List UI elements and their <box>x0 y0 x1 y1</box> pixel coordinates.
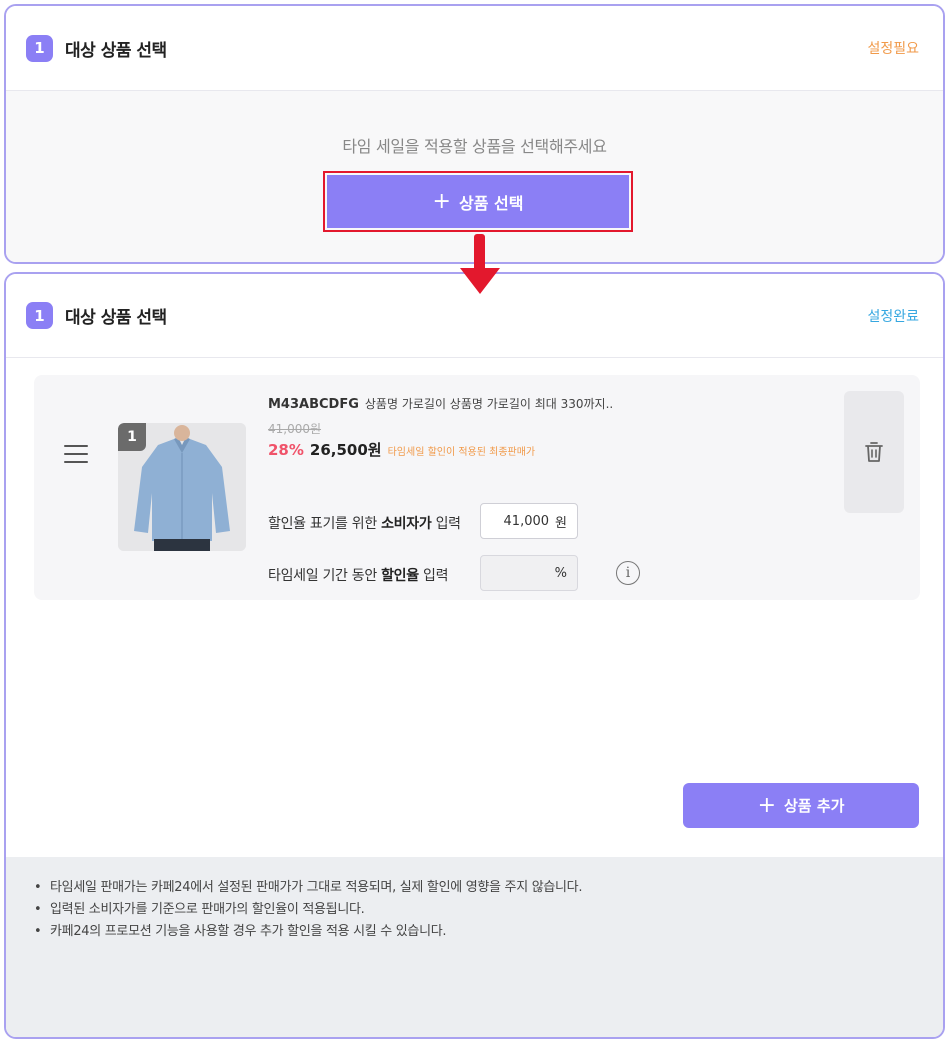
plus-icon: + <box>757 792 776 818</box>
plus-icon: + <box>432 188 451 214</box>
delete-product-button[interactable] <box>844 391 904 513</box>
status-done-label: 설정완료 <box>867 308 919 325</box>
status-required-label: 설정필요 <box>867 41 919 57</box>
product-code: M43ABCDFG <box>268 397 359 412</box>
product-select-panel-empty: 1 대상 상품 선택 설정필요 타임 세일을 적용할 상품을 선택해주세요 + … <box>4 4 945 264</box>
panel-title: 대상 상품 선택 <box>65 40 167 61</box>
discount-rate: 28% <box>268 441 304 459</box>
panel-title: 대상 상품 선택 <box>65 308 167 328</box>
product-item: 1 M43ABCDFG 상품명 가로길이 상품명 가로길이 최대 330까지.. … <box>34 375 920 600</box>
consumer-price-value: 41,000 <box>503 513 550 529</box>
note-item: 타임세일 판매가는 카페24에서 설정된 판매가가 그대로 적용되며, 실제 할… <box>34 877 943 899</box>
panel-header: 1 대상 상품 선택 설정필요 <box>6 6 943 91</box>
product-info: M43ABCDFG 상품명 가로길이 상품명 가로길이 최대 330까지.. 41… <box>268 393 613 460</box>
info-icon[interactable]: i <box>616 561 640 585</box>
trash-icon <box>865 442 883 462</box>
discount-rate-unit: % <box>554 565 567 581</box>
consumer-price-label: 할인율 표기를 위한 소비자가 입력 <box>268 516 461 532</box>
select-product-label: 상품 선택 <box>458 193 524 213</box>
product-select-panel-filled: 1 대상 상품 선택 설정완료 1 M43ABCDFG 상품명 가로길이 상품명 … <box>4 272 945 1039</box>
select-product-button[interactable]: + 상품 선택 <box>327 175 629 228</box>
consumer-price-input[interactable]: 41,000 원 <box>480 503 578 539</box>
notes-box: 타임세일 판매가는 카페24에서 설정된 판매가가 그대로 적용되며, 실제 할… <box>6 857 943 1037</box>
step-badge: 1 <box>26 302 53 329</box>
product-thumbnail: 1 <box>118 423 246 551</box>
consumer-price-unit: 원 <box>555 515 567 531</box>
discount-rate-label: 타임세일 기간 동안 할인율 입력 <box>268 568 449 584</box>
notes-list: 타임세일 판매가는 카페24에서 설정된 판매가가 그대로 적용되며, 실제 할… <box>34 877 943 943</box>
original-price: 41,000원 <box>268 422 322 436</box>
add-product-button[interactable]: + 상품 추가 <box>683 783 919 828</box>
down-arrow-icon <box>460 234 500 294</box>
drag-handle-icon[interactable] <box>64 445 88 463</box>
product-index-badge: 1 <box>118 423 146 451</box>
empty-message: 타임 세일을 적용할 상품을 선택해주세요 <box>342 137 607 156</box>
product-name: 상품명 가로길이 상품명 가로길이 최대 330까지.. <box>364 397 614 411</box>
note-item: 입력된 소비자가를 기준으로 판매가의 할인율이 적용됩니다. <box>34 899 943 921</box>
discount-rate-input[interactable]: % <box>480 555 578 591</box>
final-price-note: 타임세일 할인이 적용된 최종판매가 <box>387 447 536 458</box>
note-item: 카페24의 프로모션 기능을 사용할 경우 추가 할인을 적용 시킬 수 있습니… <box>34 921 943 943</box>
price-row: 28% 26,500원 타임세일 할인이 적용된 최종판매가 <box>268 439 613 460</box>
highlight-box: + 상품 선택 <box>323 171 633 232</box>
step-badge: 1 <box>26 34 53 62</box>
add-product-label: 상품 추가 <box>784 797 845 815</box>
final-price: 26,500원 <box>309 441 382 459</box>
